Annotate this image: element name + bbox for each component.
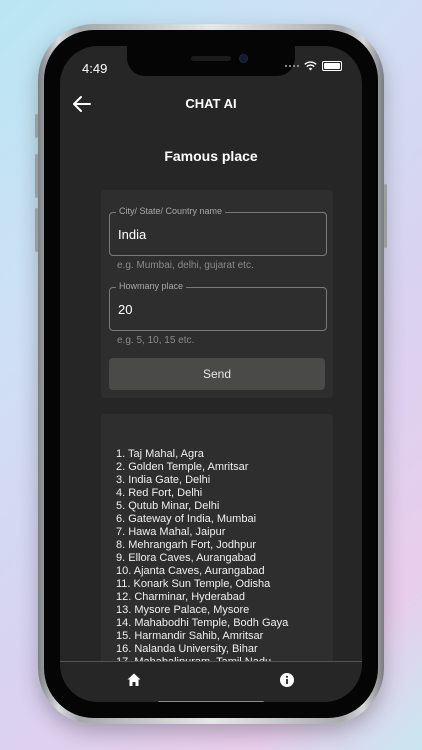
result-item: 8. Mehrangarh Fort, Jodhpur	[116, 539, 257, 551]
result-card: 1. Taj Mahal, Agra 2. Golden Temple, Amri…	[101, 414, 333, 694]
volume-up-button	[35, 154, 38, 198]
home-icon[interactable]	[126, 672, 142, 688]
count-input[interactable]: Howmany place 20	[109, 281, 327, 331]
page-heading: Famous place	[164, 148, 258, 164]
send-button[interactable]: Send	[109, 358, 325, 390]
location-input-label: City/ State/ Country name	[116, 206, 226, 216]
result-item: 5. Qutub Minar, Delhi	[116, 500, 220, 512]
result-item: 1. Taj Mahal, Agra	[116, 448, 204, 460]
wifi-icon	[304, 61, 317, 71]
location-input-value: India	[118, 227, 147, 242]
result-item: 2. Golden Temple, Amritsar	[116, 461, 249, 473]
battery-icon	[322, 61, 342, 71]
count-input-hint: e.g. 5, 10, 15 etc.	[117, 335, 195, 346]
location-input[interactable]: City/ State/ Country name India	[109, 206, 327, 256]
form-card: City/ State/ Country name India e.g. Mum…	[101, 190, 333, 398]
result-item: 13. Mysore Palace, Mysore	[116, 604, 250, 616]
location-input-hint: e.g. Mumbai, delhi, gujarat etc.	[117, 260, 254, 271]
phone-bezel: 4:49 CHAT AI Famous place City/ State/ C…	[44, 30, 378, 718]
status-icons	[285, 61, 342, 71]
signal-dots-icon	[285, 64, 299, 68]
side-button	[35, 114, 38, 138]
camera	[239, 54, 248, 63]
result-item: 6. Gateway of India, Mumbai	[116, 513, 257, 525]
result-item: 10. Ajanta Caves, Aurangabad	[116, 565, 265, 577]
result-item: 15. Harmandir Sahib, Amritsar	[116, 630, 264, 642]
result-item: 11. Konark Sun Temple, Odisha	[116, 578, 271, 590]
app-title: CHAT AI	[185, 96, 237, 111]
volume-down-button	[35, 208, 38, 252]
phone-frame: 4:49 CHAT AI Famous place City/ State/ C…	[35, 24, 387, 724]
count-input-value: 20	[118, 302, 133, 317]
screen: 4:49 CHAT AI Famous place City/ State/ C…	[60, 46, 362, 702]
notch	[127, 46, 295, 76]
result-item: 7. Hawa Mahal, Jaipur	[116, 526, 226, 538]
result-item: 12. Charminar, Hyderabad	[116, 591, 246, 603]
power-button	[384, 184, 387, 248]
speaker	[191, 56, 231, 61]
info-icon[interactable]	[279, 672, 295, 688]
home-indicator	[158, 701, 264, 702]
bottom-nav	[60, 661, 362, 702]
result-item: 14. Mahabodhi Temple, Bodh Gaya	[116, 617, 289, 629]
result-item: 4. Red Fort, Delhi	[116, 487, 203, 499]
result-item: 3. India Gate, Delhi	[116, 474, 211, 486]
result-item: 16. Nalanda University, Bihar	[116, 643, 258, 655]
result-item: 9. Ellora Caves, Aurangabad	[116, 552, 257, 564]
count-input-label: Howmany place	[116, 281, 187, 291]
app-header: CHAT AI	[60, 90, 362, 118]
result-list: 1. Taj Mahal, Agra 2. Golden Temple, Amri…	[116, 448, 288, 669]
status-time: 4:49	[82, 61, 108, 76]
